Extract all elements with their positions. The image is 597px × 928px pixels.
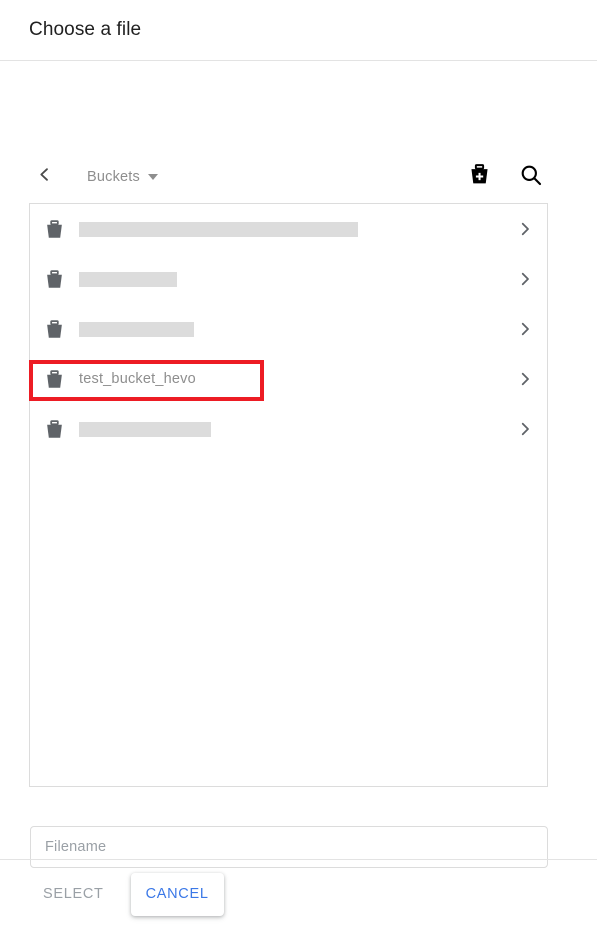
search-button[interactable] xyxy=(514,160,548,194)
filename-input[interactable] xyxy=(43,838,535,856)
list-item-label-area xyxy=(79,421,503,437)
bucket-icon xyxy=(43,268,65,290)
breadcrumb-toolbar: Buckets xyxy=(29,157,548,197)
chevron-right-icon[interactable] xyxy=(503,370,547,388)
bucket-list: test_bucket_hevo xyxy=(29,203,548,787)
list-item-label-area: test_bucket_hevo xyxy=(79,371,503,387)
bucket-icon xyxy=(43,368,65,390)
redacted-name xyxy=(79,321,194,337)
back-button[interactable] xyxy=(29,162,59,192)
list-item[interactable] xyxy=(30,204,547,254)
list-item[interactable] xyxy=(30,304,547,354)
redacted-name xyxy=(79,221,358,237)
chevron-right-icon[interactable] xyxy=(503,220,547,238)
list-item-label: test_bucket_hevo xyxy=(79,371,196,387)
bucket-add-icon xyxy=(468,163,491,191)
chevron-right-icon[interactable] xyxy=(503,420,547,438)
dialog-header: Choose a file xyxy=(0,0,597,61)
select-button[interactable]: SELECT xyxy=(43,886,104,902)
bucket-icon xyxy=(43,418,65,440)
chevron-down-icon xyxy=(147,174,158,180)
list-item-label-area xyxy=(79,221,503,237)
new-bucket-button[interactable] xyxy=(462,160,496,194)
redacted-name xyxy=(79,421,211,437)
list-item-label-area xyxy=(79,321,503,337)
page-title: Choose a file xyxy=(29,19,142,40)
chevron-right-icon[interactable] xyxy=(503,320,547,338)
dialog-body: Buckets test_bucket_hevo Filename xyxy=(0,61,597,868)
chevron-right-icon[interactable] xyxy=(503,270,547,288)
breadcrumb-buckets[interactable]: Buckets xyxy=(87,169,158,185)
chevron-left-icon xyxy=(36,166,53,188)
bucket-icon xyxy=(43,218,65,240)
list-item-label-area xyxy=(79,271,503,287)
bucket-icon xyxy=(43,318,65,340)
dialog-footer: SELECT CANCEL xyxy=(0,859,597,928)
list-item-test-bucket-hevo[interactable]: test_bucket_hevo xyxy=(30,354,547,404)
cancel-button[interactable]: CANCEL xyxy=(130,872,224,916)
search-icon xyxy=(519,163,543,192)
list-item[interactable] xyxy=(30,404,547,454)
list-item[interactable] xyxy=(30,254,547,304)
breadcrumb-label: Buckets xyxy=(87,169,140,185)
redacted-name xyxy=(79,271,177,287)
